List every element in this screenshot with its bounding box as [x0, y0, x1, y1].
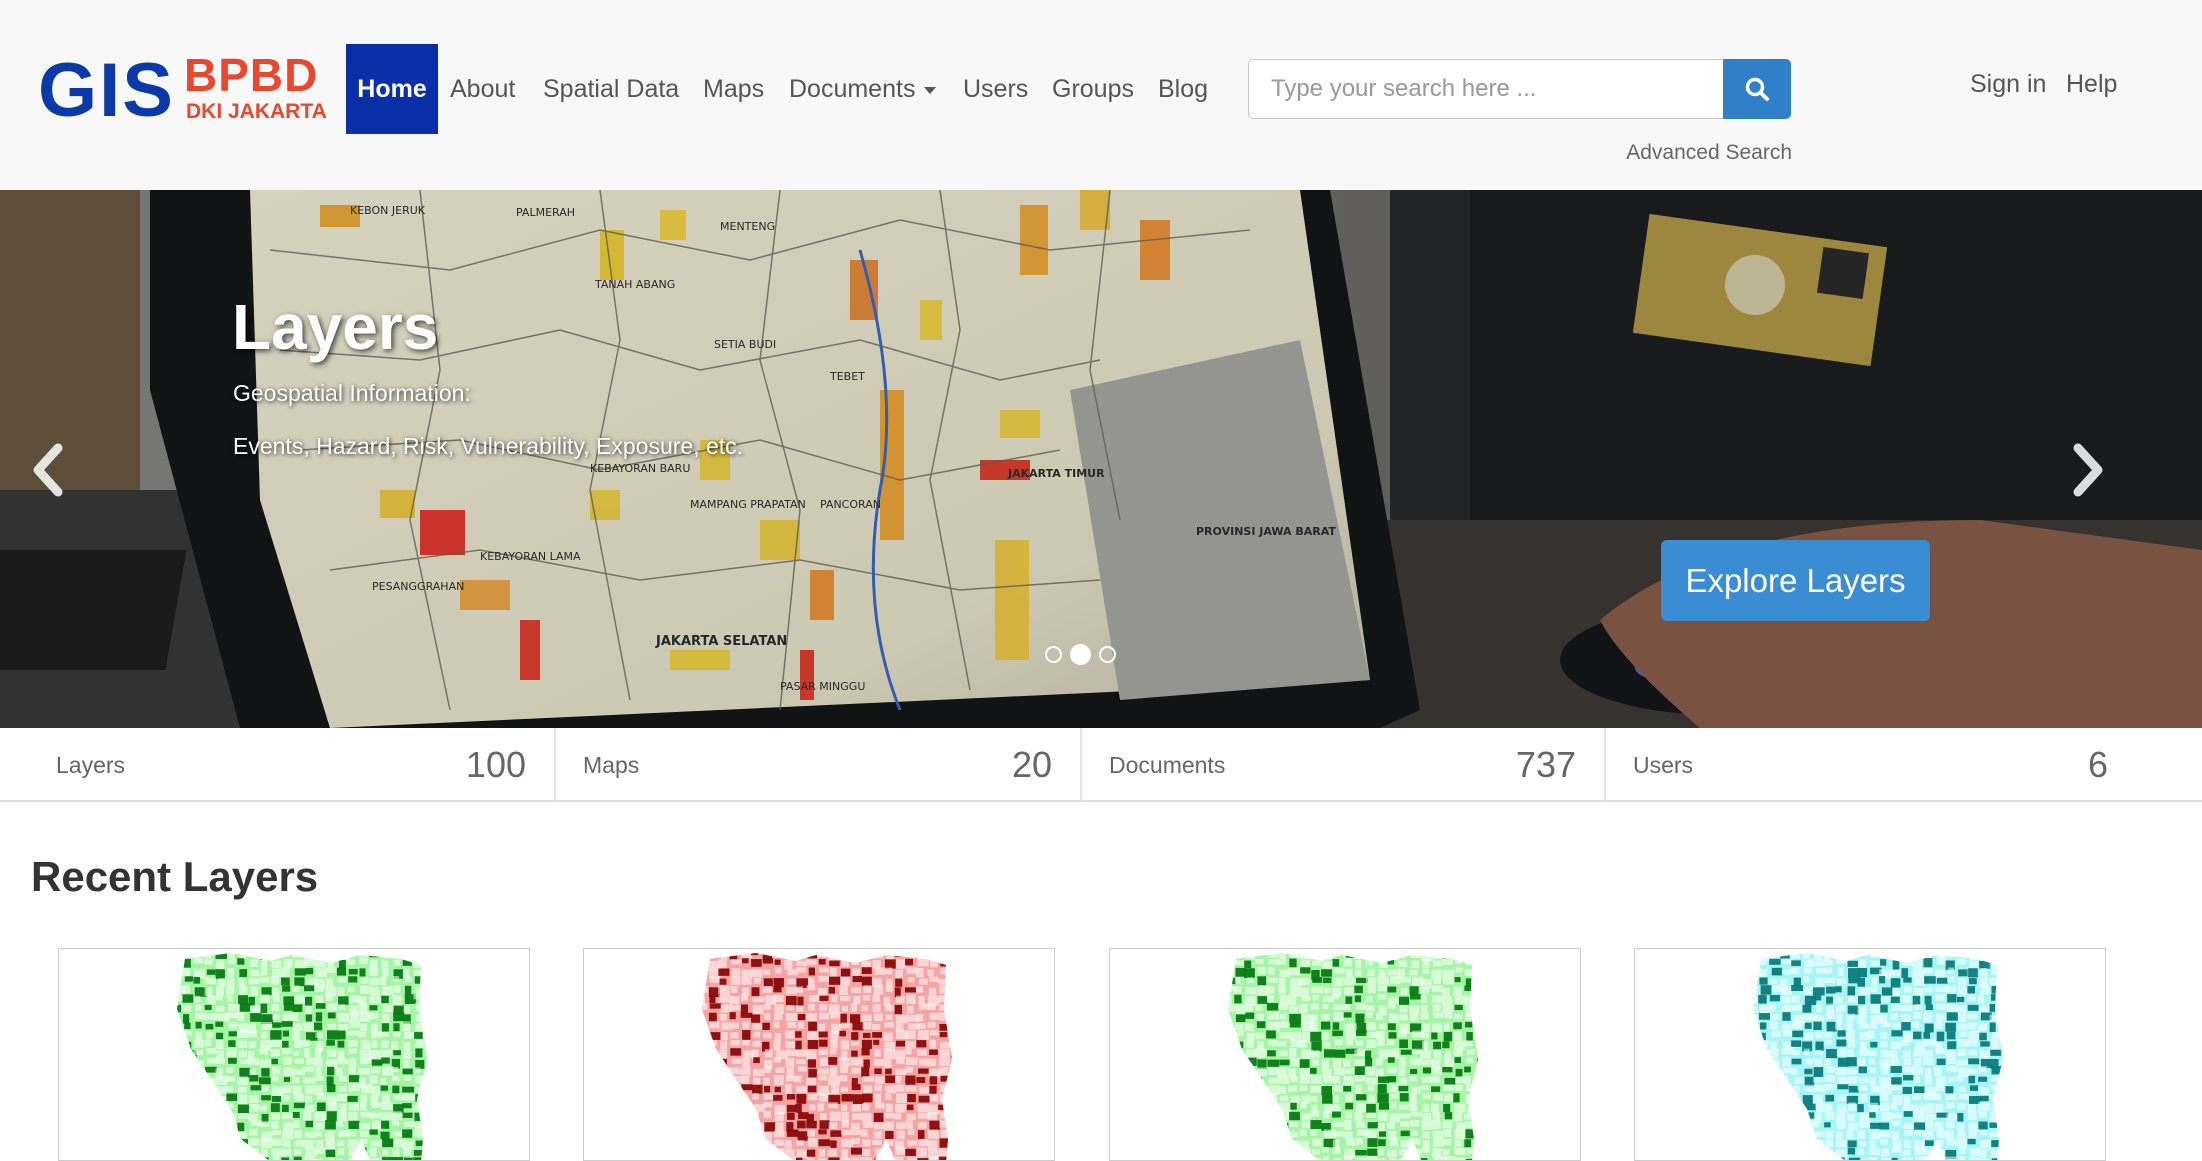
carousel-indicators	[1045, 644, 1116, 665]
stat-label: Layers	[56, 752, 126, 778]
layer-thumbnail-card[interactable]	[1109, 948, 1581, 1161]
hero-title: Layers	[232, 291, 439, 363]
search-input[interactable]	[1248, 59, 1724, 119]
stat-count: 6	[2087, 744, 2108, 785]
logo-bpbd-text: BPBD	[184, 49, 319, 101]
nav-groups[interactable]: Groups	[1052, 44, 1134, 134]
top-navbar: GIS BPBD DKI JAKARTA Home About Spatial …	[0, 0, 2202, 190]
stat-count: 100	[465, 744, 526, 785]
carousel-indicator-active[interactable]	[1070, 644, 1091, 665]
nav-documents-dropdown[interactable]: Documents	[789, 44, 937, 134]
nav-users[interactable]: Users	[963, 44, 1028, 134]
stat-label: Users	[1633, 752, 1694, 778]
nav-maps[interactable]: Maps	[703, 44, 764, 134]
stat-maps[interactable]: Maps 20	[556, 728, 1082, 802]
nav-about[interactable]: About	[450, 44, 515, 134]
hero-carousel: KEBON JERUK PALMERAH MENTENG TANAH ABANG…	[0, 190, 2202, 728]
layer-thumbnail-map	[1228, 953, 1478, 1160]
site-logo[interactable]: GIS BPBD DKI JAKARTA	[38, 50, 338, 132]
stat-count: 737	[1515, 744, 1576, 785]
chevron-down-icon	[924, 86, 937, 94]
stats-bar: Layers 100 Maps 20 Documents 737 Users 6	[0, 728, 2202, 802]
help-link[interactable]: Help	[2066, 70, 2117, 99]
search-icon	[1745, 77, 1769, 101]
stat-count: 20	[1011, 744, 1052, 785]
stat-users[interactable]: Users 6	[1606, 728, 2202, 802]
explore-layers-button[interactable]: Explore Layers	[1661, 540, 1930, 621]
logo-dki-text: DKI JAKARTA	[186, 100, 327, 123]
carousel-prev-arrow-icon[interactable]	[28, 440, 68, 500]
advanced-search-link[interactable]: Advanced Search	[1600, 141, 1792, 165]
stat-layers[interactable]: Layers 100	[0, 728, 556, 802]
carousel-indicator[interactable]	[1099, 646, 1116, 663]
stat-label: Maps	[583, 752, 640, 778]
layer-thumbnail-card[interactable]	[58, 948, 530, 1161]
stat-label: Documents	[1109, 752, 1226, 778]
hero-description: Events, Hazard, Risk, Vulnerability, Exp…	[233, 433, 744, 459]
layer-thumbnail-map	[177, 953, 427, 1160]
sign-in-link[interactable]: Sign in	[1970, 70, 2046, 99]
nav-spatial-data[interactable]: Spatial Data	[543, 44, 679, 134]
hero-subtitle: Geospatial Information:	[233, 380, 471, 406]
layer-thumbnail-map	[1753, 953, 2003, 1160]
logo-gis-text: GIS	[38, 48, 175, 133]
stat-documents[interactable]: Documents 737	[1082, 728, 1606, 802]
search-button[interactable]	[1723, 59, 1791, 119]
nav-home[interactable]: Home	[346, 44, 438, 134]
layer-thumbnail-card[interactable]	[1634, 948, 2106, 1161]
carousel-indicator[interactable]	[1045, 646, 1062, 663]
nav-documents-label: Documents	[789, 74, 916, 103]
layer-thumbnail-card[interactable]	[583, 948, 1055, 1161]
nav-blog[interactable]: Blog	[1158, 44, 1208, 134]
recent-layers-heading: Recent Layers	[31, 853, 319, 900]
layer-thumbnail-map	[702, 953, 952, 1160]
carousel-next-arrow-icon[interactable]	[2068, 440, 2108, 500]
